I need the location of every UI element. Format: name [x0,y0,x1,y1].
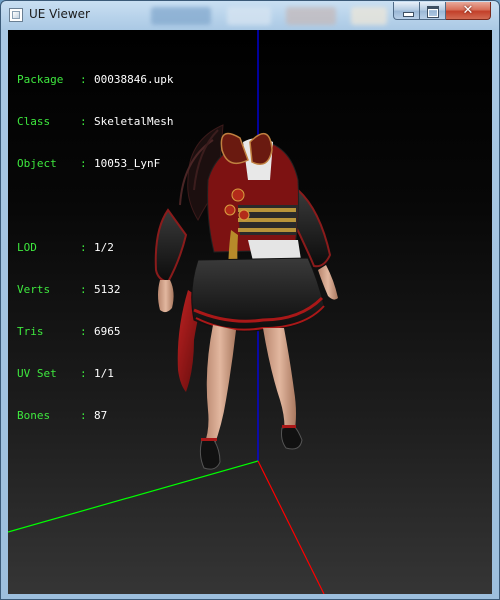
info-sep: : [80,283,87,296]
info-row-uv-set: UV Set:1/1 [17,367,173,381]
info-key: Object [17,157,57,170]
info-value: 87 [94,409,108,422]
info-value: SkeletalMesh [94,115,174,128]
background-window-blur [227,7,271,25]
info-row-tris: Tris:6965 [17,325,173,339]
minimize-icon [403,12,414,17]
info-row-class: Class: SkeletalMesh [17,115,173,129]
background-window-blur [351,7,387,25]
info-value: 00038846.upk [94,73,174,86]
info-row-package: Package:00038846.upk [17,73,173,87]
info-key: Bones [17,409,51,422]
info-sep: : [80,157,87,170]
minimize-button[interactable] [393,2,420,20]
info-row-object: Object:10053_LynF [17,157,173,171]
maximize-button[interactable] [420,2,446,20]
3d-viewport[interactable]: Package:00038846.upk Class: SkeletalMesh … [8,30,492,594]
title-bar[interactable]: UE Viewer ✕ [1,1,499,31]
info-key: LOD [17,241,37,254]
info-sep: : [80,367,87,380]
app-icon[interactable] [9,8,23,22]
app-window: UE Viewer ✕ Package: 00038846.upk Class… [0,0,500,600]
info-value: 1/1 [94,367,114,380]
info-key: Tris [17,325,44,338]
info-sep: : [80,241,87,254]
info-key: Class [17,115,51,128]
mesh-info-overlay: Package:00038846.upk Class: SkeletalMesh … [17,45,173,451]
info-value: 1/2 [94,241,114,254]
maximize-icon [427,6,439,18]
info-sep: : [80,409,87,422]
info-row-bones: Bones:87 [17,409,173,423]
info-key: Verts [17,283,51,296]
info-value: 5132 [94,283,121,296]
close-button[interactable]: ✕ [446,2,491,20]
info-sep: : [80,115,87,128]
window-title: UE Viewer [29,7,90,21]
info-key: Package [17,73,64,86]
info-value: 10053_LynF [94,157,161,170]
info-row-verts: Verts:5132 [17,283,173,297]
info-key: UV Set [17,367,57,380]
info-value: 6965 [94,325,121,338]
info-sep: : [80,325,87,338]
background-window-blur [151,7,211,25]
close-icon: ✕ [462,3,474,18]
info-sep: : [80,73,87,86]
info-row-lod: LOD:1/2 [17,241,173,255]
background-window-blur [286,7,336,25]
